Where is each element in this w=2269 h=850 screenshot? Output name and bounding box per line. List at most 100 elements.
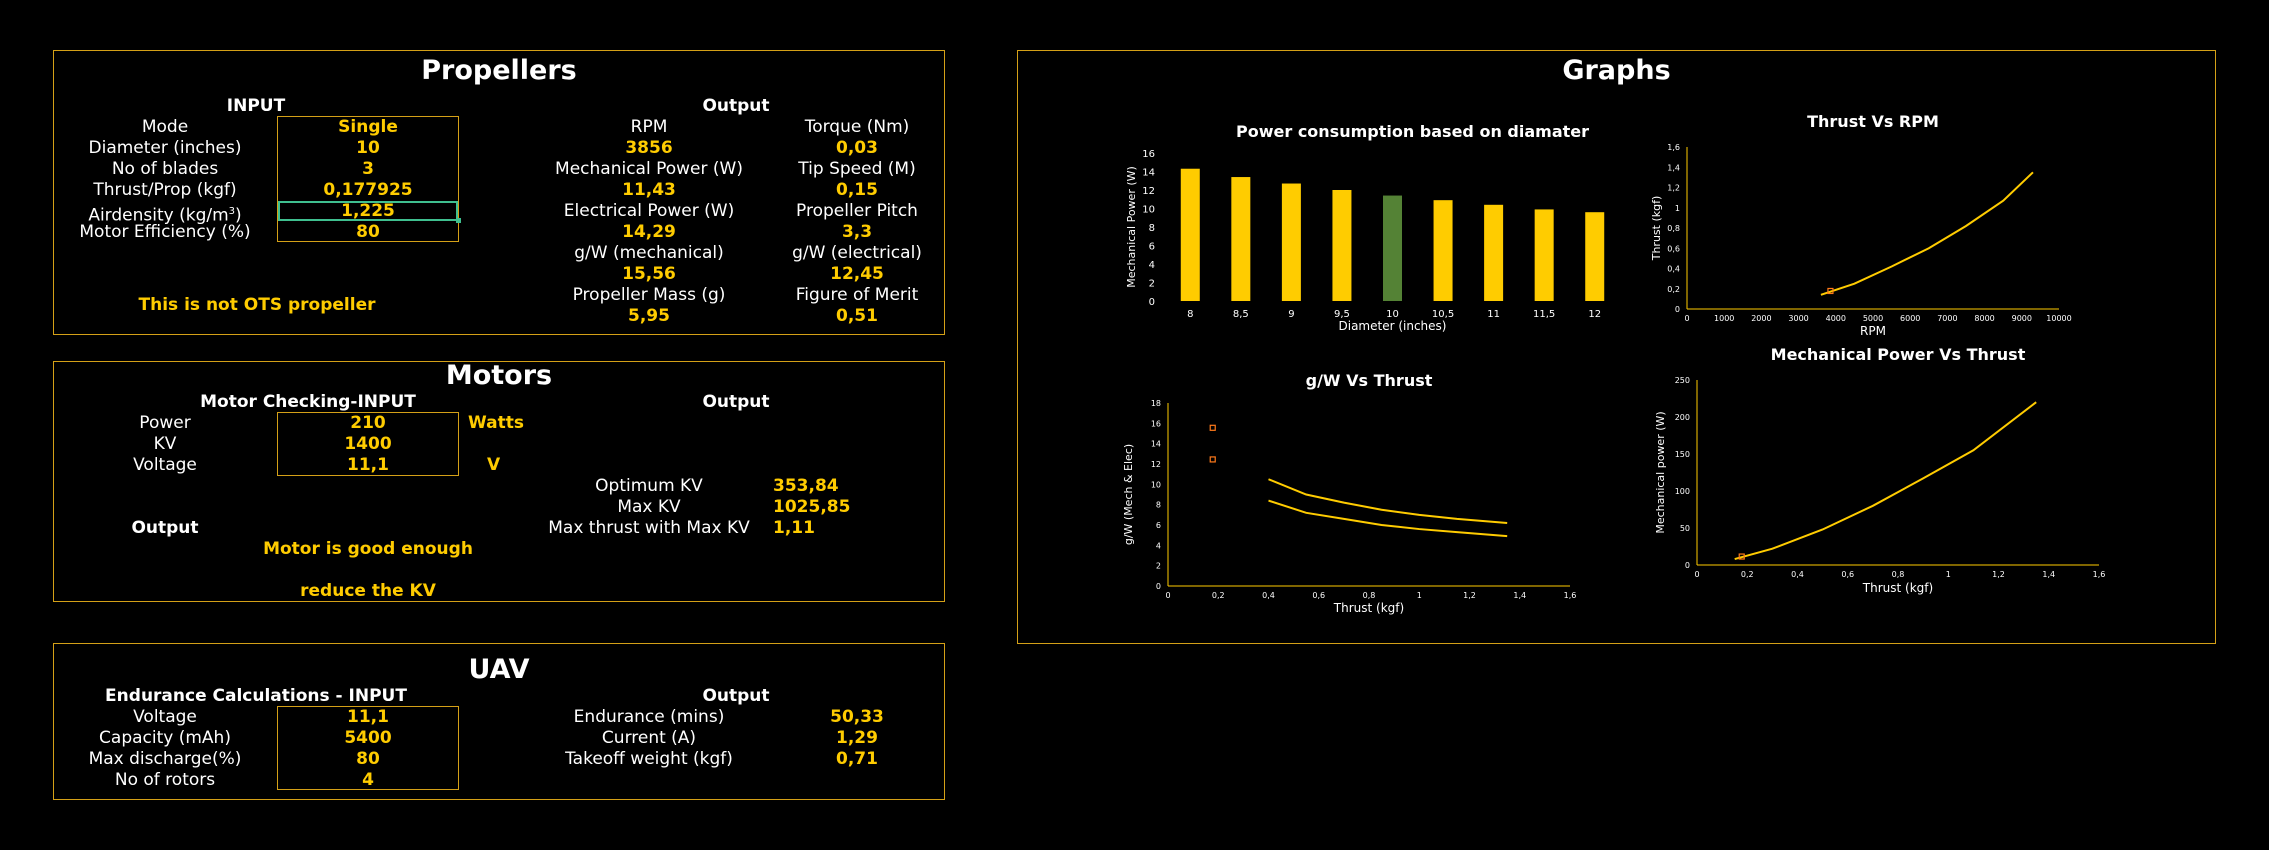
bar bbox=[1484, 204, 1504, 301]
diameter-value[interactable]: 10 bbox=[356, 138, 380, 159]
x-axis-label: RPM bbox=[1860, 324, 1886, 338]
x-tick-label: 10 bbox=[1386, 309, 1399, 320]
y-tick-label: 10 bbox=[1151, 480, 1161, 489]
y-tick-label: 0,8 bbox=[1667, 224, 1680, 233]
rpm-label: RPM bbox=[630, 117, 668, 137]
x-tick-label: 0,2 bbox=[1212, 591, 1225, 600]
y-axis-label: g/W (Mech & Elec) bbox=[1122, 444, 1135, 545]
mode-label: Mode bbox=[141, 117, 189, 137]
x-tick-label: 1,2 bbox=[1463, 591, 1476, 600]
motor-efficiency-label: Motor Efficiency (%) bbox=[79, 222, 251, 242]
x-tick-label: 3000 bbox=[1788, 314, 1808, 323]
y-tick-label: 250 bbox=[1675, 376, 1690, 385]
y-tick-label: 0,6 bbox=[1667, 244, 1680, 253]
chart-gw-vs-thrust[interactable]: g/W Vs Thrust Thrust (kgf) g/W (Mech & Ele… bbox=[1115, 365, 1585, 625]
y-axis-label: Thrust (kgf) bbox=[1650, 196, 1663, 262]
x-tick-label: 0 bbox=[1684, 314, 1689, 323]
gw-mech-label: g/W (mechanical) bbox=[574, 243, 724, 263]
gw-elec-value: 12,45 bbox=[830, 264, 884, 284]
propellers-panel: Propellers INPUT Output Mode Single Diam… bbox=[53, 50, 945, 335]
series-line bbox=[1268, 499, 1508, 538]
y-tick-label: 50 bbox=[1680, 524, 1690, 533]
power-value[interactable]: 210 bbox=[350, 413, 386, 434]
graphs-title: Graphs bbox=[1562, 55, 1671, 86]
takeoff-weight-label: Takeoff weight (kgf) bbox=[565, 749, 733, 769]
chart-power-vs-thrust[interactable]: Mechanical Power Vs Thrust Thrust (kgf) Me… bbox=[1630, 340, 2110, 625]
x-tick-label: 10000 bbox=[2046, 314, 2071, 323]
motors-output-header: Output bbox=[702, 392, 770, 412]
y-tick-label: 6 bbox=[1149, 242, 1155, 253]
power-unit: Watts bbox=[468, 413, 524, 433]
current-value: 1,29 bbox=[836, 728, 878, 748]
y-tick-label: 8 bbox=[1149, 223, 1155, 234]
power-label: Power bbox=[139, 413, 191, 433]
bar bbox=[1383, 195, 1402, 301]
airdensity-value[interactable]: 1,225 bbox=[341, 201, 395, 222]
rotors-label: No of rotors bbox=[114, 770, 216, 790]
ots-warning: This is not OTS propeller bbox=[138, 295, 376, 315]
chart-title: Power consumption based on diamater bbox=[1236, 122, 1589, 141]
y-tick-label: 100 bbox=[1675, 487, 1690, 496]
chart-power-vs-diameter[interactable]: Power consumption based on diamater Diame… bbox=[1115, 115, 1645, 345]
bar bbox=[1332, 190, 1352, 301]
x-tick-label: 0,4 bbox=[1791, 570, 1804, 579]
bar bbox=[1534, 209, 1554, 301]
voltage-value[interactable]: 11,1 bbox=[347, 455, 389, 476]
motors-title: Motors bbox=[445, 360, 553, 391]
elec-power-label: Electrical Power (W) bbox=[563, 201, 735, 221]
motor-efficiency-value[interactable]: 80 bbox=[356, 222, 380, 243]
x-tick-label: 1,2 bbox=[1992, 570, 2005, 579]
x-tick-label: 1 bbox=[1417, 591, 1422, 600]
x-tick-label: 1,4 bbox=[1513, 591, 1526, 600]
y-tick-label: 18 bbox=[1151, 399, 1161, 408]
chart-title: g/W Vs Thrust bbox=[1306, 371, 1433, 390]
motor-advice: reduce the KV bbox=[300, 581, 436, 601]
fill-handle[interactable] bbox=[456, 218, 461, 223]
blades-label: No of blades bbox=[111, 159, 219, 179]
thrust-prop-value[interactable]: 0,177925 bbox=[323, 180, 412, 201]
x-axis-label: Diameter (inches) bbox=[1339, 319, 1447, 333]
chart-thrust-vs-rpm[interactable]: Thrust Vs RPM RPM Thrust (kgf) 0 0,2 0,4 0,6 0,… bbox=[1640, 110, 2080, 345]
y-tick-label: 14 bbox=[1151, 440, 1161, 449]
kv-value[interactable]: 1400 bbox=[344, 434, 391, 455]
mech-power-value: 11,43 bbox=[622, 180, 676, 200]
y-tick-label: 200 bbox=[1675, 413, 1690, 422]
y-tick-label: 0 bbox=[1149, 297, 1155, 308]
y-tick-label: 150 bbox=[1675, 450, 1690, 459]
x-tick-label: 0,6 bbox=[1312, 591, 1325, 600]
fom-value: 0,51 bbox=[836, 306, 878, 326]
data-marker bbox=[1209, 456, 1216, 463]
x-tick-label: 11,5 bbox=[1533, 309, 1555, 320]
uav-output-header: Output bbox=[702, 686, 770, 706]
max-discharge-value[interactable]: 80 bbox=[356, 749, 380, 770]
voltage-unit: V bbox=[487, 455, 501, 475]
y-tick-label: 0 bbox=[1675, 305, 1680, 314]
prop-mass-label: Propeller Mass (g) bbox=[572, 285, 726, 305]
max-thrust-label: Max thrust with Max KV bbox=[548, 518, 750, 538]
y-axis-label: Mechanical power (W) bbox=[1654, 411, 1667, 533]
capacity-value[interactable]: 5400 bbox=[344, 728, 391, 749]
max-discharge-label: Max discharge(%) bbox=[88, 749, 242, 769]
thrust-prop-label: Thrust/Prop (kgf) bbox=[93, 180, 237, 200]
x-tick-label: 12 bbox=[1588, 309, 1601, 320]
capacity-label: Capacity (mAh) bbox=[99, 728, 231, 748]
motors-output-label: Output bbox=[131, 518, 199, 538]
y-tick-label: 10 bbox=[1142, 205, 1155, 216]
x-tick-label: 0,4 bbox=[1262, 591, 1275, 600]
x-tick-label: 1,4 bbox=[2042, 570, 2055, 579]
fom-label: Figure of Merit bbox=[795, 285, 919, 305]
x-tick-label: 6000 bbox=[1900, 314, 1920, 323]
mode-value[interactable]: Single bbox=[338, 117, 398, 138]
pitch-label: Propeller Pitch bbox=[796, 201, 918, 221]
x-tick-label: 0 bbox=[1165, 591, 1170, 600]
mech-power-label: Mechanical Power (W) bbox=[555, 159, 743, 179]
uav-voltage-value[interactable]: 11,1 bbox=[347, 707, 389, 728]
endurance-label: Endurance (mins) bbox=[573, 707, 725, 727]
x-tick-label: 9000 bbox=[2012, 314, 2032, 323]
rotors-value[interactable]: 4 bbox=[362, 770, 374, 791]
x-tick-label: 1000 bbox=[1714, 314, 1734, 323]
x-tick-label: 5000 bbox=[1863, 314, 1883, 323]
blades-value[interactable]: 3 bbox=[362, 159, 374, 180]
series-line bbox=[1734, 401, 2037, 561]
y-tick-label: 0,4 bbox=[1667, 265, 1680, 274]
